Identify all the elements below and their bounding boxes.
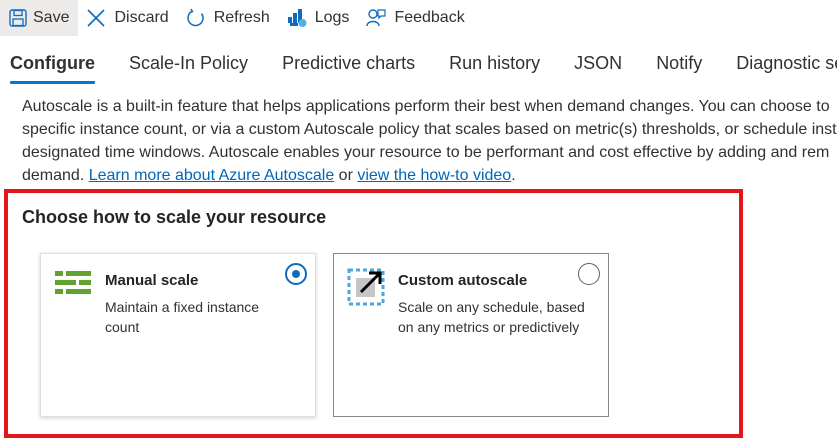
close-icon (86, 8, 106, 28)
learn-more-link[interactable]: Learn more about Azure Autoscale (89, 167, 335, 184)
description-suffix: . (511, 167, 516, 184)
manual-scale-title: Manual scale (105, 272, 199, 289)
section-title: Choose how to scale your resource (22, 207, 327, 227)
description-line-2: specific instance count, or via a custom… (22, 121, 837, 138)
manual-scale-text: Maintain a fixed instance count (105, 299, 260, 335)
discard-button[interactable]: Discard (78, 0, 177, 36)
description-line-4: demand. Learn more about Azure Autoscale… (22, 164, 837, 187)
description-line-1: Autoscale is a built-in feature that hel… (22, 98, 830, 115)
discard-label: Discard (114, 9, 169, 26)
tab-predictive-charts[interactable]: Predictive charts (282, 44, 415, 80)
tab-run-history[interactable]: Run history (449, 44, 540, 80)
tab-scale-in-policy[interactable]: Scale-In Policy (129, 44, 248, 80)
tab-notify[interactable]: Notify (656, 44, 702, 80)
tab-json[interactable]: JSON (574, 44, 622, 80)
save-label: Save (33, 9, 70, 26)
tab-bar: Configure Scale-In Policy Predictive cha… (0, 44, 837, 88)
custom-autoscale-icon (347, 268, 385, 306)
description-prefix: demand. (22, 167, 89, 184)
refresh-icon (186, 8, 206, 28)
save-button[interactable]: Save (0, 0, 79, 36)
manual-scale-card[interactable]: Manual scale Maintain a fixed instance c… (40, 253, 316, 417)
autoscale-page: Save Discard Refresh Logs Feedback Confi… (0, 0, 837, 439)
tab-diagnostic-settings[interactable]: Diagnostic settings (736, 44, 837, 80)
refresh-label: Refresh (213, 9, 270, 26)
custom-autoscale-title: Custom autoscale (398, 272, 528, 289)
logs-icon (287, 8, 307, 28)
custom-autoscale-card[interactable]: Custom autoscale Scale on any schedule, … (333, 253, 609, 417)
how-to-video-link[interactable]: view the how-to video (357, 167, 511, 184)
refresh-button[interactable]: Refresh (178, 0, 279, 36)
description-line-3: designated time windows. Autoscale enabl… (22, 144, 830, 161)
custom-autoscale-text: Scale on any schedule, based on any metr… (398, 299, 585, 335)
manual-scale-icon (54, 268, 92, 306)
feedback-icon (366, 8, 387, 28)
command-bar: Save Discard Refresh Logs Feedback (0, 0, 837, 36)
logs-label: Logs (314, 9, 350, 26)
feedback-label: Feedback (394, 9, 465, 26)
autoscale-description: Autoscale is a built-in feature that hel… (22, 95, 837, 187)
save-icon (8, 8, 28, 28)
tab-configure[interactable]: Configure (10, 44, 95, 84)
manual-scale-radio[interactable] (285, 263, 307, 285)
logs-button[interactable]: Logs (279, 0, 359, 36)
custom-autoscale-radio[interactable] (578, 263, 600, 285)
feedback-button[interactable]: Feedback (358, 0, 473, 36)
description-or: or (334, 167, 358, 184)
